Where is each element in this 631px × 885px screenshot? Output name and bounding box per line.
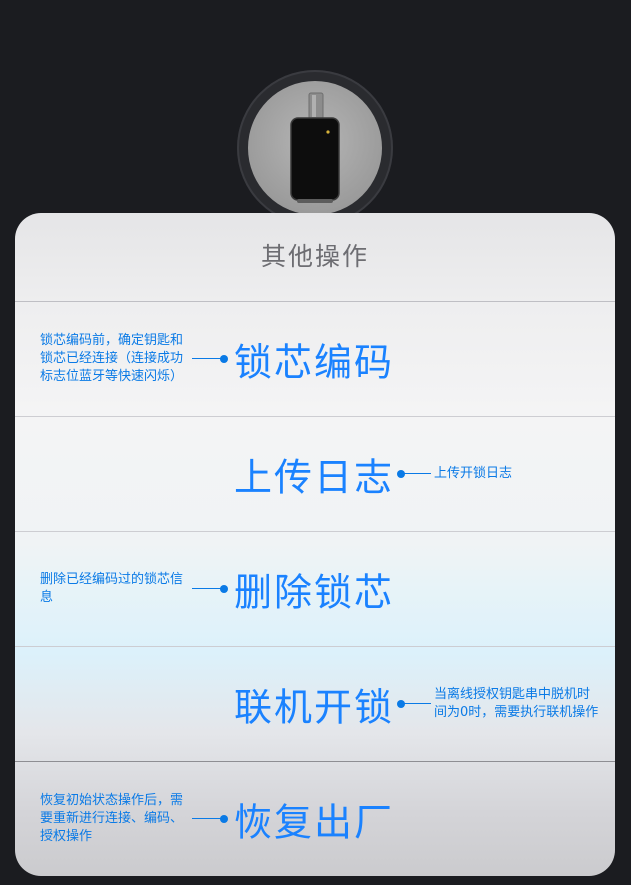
row-lock-core-encode[interactable]: 锁芯编码前，确定钥匙和锁芯已经连接（连接成功标志位蓝牙等快速闪烁） 锁芯编码 xyxy=(15,302,615,417)
annotation-upload-log: 上传开锁日志 xyxy=(434,466,513,481)
lock-core-encode-button[interactable]: 锁芯编码 xyxy=(234,332,394,387)
other-operations-sheet: 其他操作 锁芯编码前，确定钥匙和锁芯已经连接（连接成功标志位蓝牙等快速闪烁） 锁… xyxy=(15,213,615,876)
annotation-online-unlock: 当离线授权钥匙串中脱机时间为0时，需要执行联机操作 xyxy=(434,687,599,720)
sheet-title: 其他操作 xyxy=(15,213,615,302)
annotation-connector xyxy=(192,585,228,593)
annotation-connector xyxy=(192,815,228,823)
annotation-connector xyxy=(397,470,431,478)
annotation-factory-reset: 恢复初始状态操作后，需要重新进行连接、编码、授权操作 xyxy=(40,793,184,844)
upload-log-button[interactable]: 上传日志 xyxy=(234,447,394,502)
annotation-delete-lock-core: 删除已经编码过的锁芯信息 xyxy=(40,572,184,605)
annotation-connector xyxy=(397,700,431,708)
key-device-icon xyxy=(290,92,340,203)
row-delete-lock-core[interactable]: 删除已经编码过的锁芯信息 删除锁芯 xyxy=(15,532,615,647)
factory-reset-button[interactable]: 恢复出厂 xyxy=(234,792,394,847)
row-upload-log[interactable]: 上传日志 上传开锁日志 xyxy=(15,417,615,532)
delete-lock-core-button[interactable]: 删除锁芯 xyxy=(234,562,394,617)
annotation-lock-core-encode: 锁芯编码前，确定钥匙和锁芯已经连接（连接成功标志位蓝牙等快速闪烁） xyxy=(40,333,184,384)
online-unlock-button[interactable]: 联机开锁 xyxy=(234,677,394,732)
annotation-connector xyxy=(192,355,228,363)
device-avatar xyxy=(248,81,382,215)
row-factory-reset[interactable]: 恢复初始状态操作后，需要重新进行连接、编码、授权操作 恢复出厂 xyxy=(15,762,615,876)
row-online-unlock[interactable]: 联机开锁 当离线授权钥匙串中脱机时间为0时，需要执行联机操作 xyxy=(15,647,615,762)
